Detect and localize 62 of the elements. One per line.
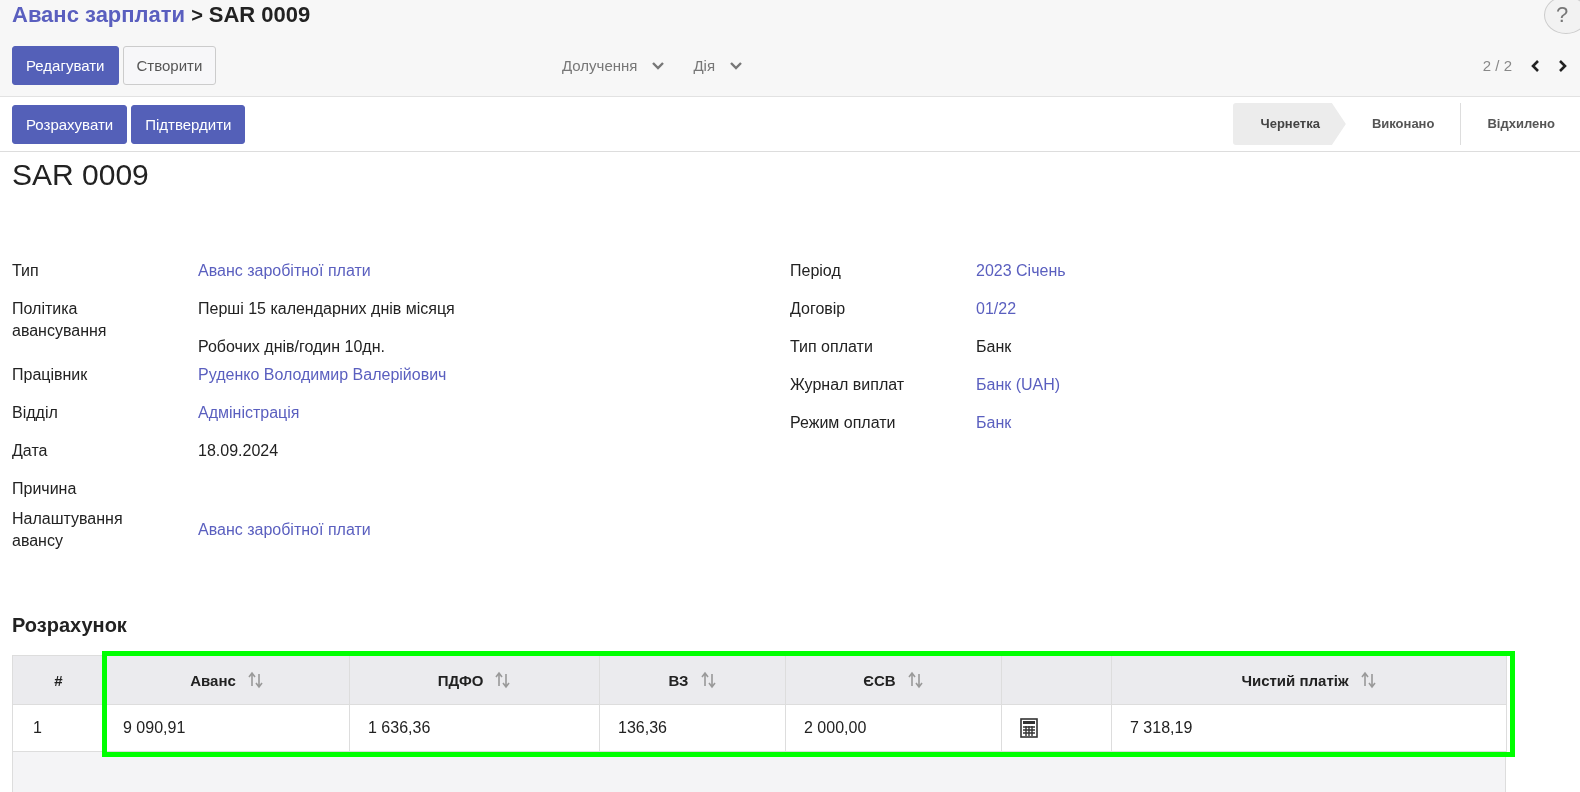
table-cell: 9 090,91 [104,704,350,752]
field-label: Тип [12,261,40,281]
field-link[interactable]: Аванс заробітної плати [198,519,371,541]
table-cell: 2 000,00 [785,704,1002,752]
field-value: Робочих днів/годин 10дн. [198,337,386,357]
field-value: Банк [976,337,1012,357]
dropdown-button[interactable]: Долучення [562,53,666,78]
field-link[interactable]: Адміністрація [198,402,300,424]
calculator-icon[interactable] [1020,718,1038,738]
breadcrumb-link[interactable]: Аванс зарплати [12,2,186,28]
next-icon[interactable] [1558,58,1568,73]
field-label: Тип оплати [790,337,874,357]
table-cell: 1 [12,704,105,752]
create-button[interactable]: Створити [122,46,217,85]
table-cell: 136,36 [599,704,786,752]
column-header: # [12,655,105,705]
sort-icon[interactable] [247,671,264,689]
field-link[interactable]: Банк (UAH) [976,374,1061,396]
status-stage[interactable]: Виконано [1345,103,1462,145]
field-label: Режим оплати [790,413,897,433]
previous-icon[interactable] [1530,58,1540,73]
column-header[interactable]: ВЗ [599,655,786,705]
field-label: Налаштування авансу [12,509,124,551]
pager-counter: 2 / 2 [1482,57,1512,74]
field-link[interactable]: Банк [976,412,1012,434]
dropdown-button[interactable]: Дія [693,53,744,78]
action-button[interactable]: Підтвердити [131,104,246,144]
table-cell: 7 318,19 [1111,704,1507,752]
field-label: Дата [12,441,49,461]
field-label: Причина [12,479,78,499]
chevron-down-icon[interactable] [651,60,666,71]
field-label: Працівник [12,365,89,385]
column-header[interactable]: Аванс [104,655,350,705]
sort-icon[interactable] [907,671,924,689]
action-button[interactable]: Розрахувати [12,104,128,144]
sort-icon[interactable] [700,671,717,689]
field-label: Відділ [12,403,59,423]
field-label: Політика авансування [12,299,108,341]
table-cell: 1 636,36 [349,704,600,752]
field-link[interactable]: Руденко Володимир Валерійович [198,364,447,386]
field-label: Договір [790,299,847,319]
help-button[interactable]: ? [1544,0,1580,34]
section-title: Розрахунок [12,614,128,637]
status-stage[interactable]: Чернетка [1232,103,1346,145]
column-header[interactable]: ЄСВ [785,655,1002,705]
field-value: 18.09.2024 [198,441,279,461]
field-link[interactable]: 01/22 [976,298,1017,320]
column-header[interactable]: ПДФО [349,655,600,705]
breadcrumb-separator: > [191,3,203,27]
sort-icon[interactable] [1360,671,1377,689]
status-stage[interactable]: Відхилено [1461,103,1580,145]
edit-button[interactable]: Редагувати [12,46,119,85]
field-link[interactable]: 2023 Січень [976,260,1066,282]
field-value: Перші 15 календарних днів місяця [198,299,455,319]
record-title: SAR 0009 [12,158,150,193]
field-label: Період [790,261,842,281]
field-label: Журнал виплат [790,375,906,395]
field-link[interactable]: Аванс заробітної плати [198,260,371,282]
breadcrumb-current: SAR 0009 [208,2,311,28]
sort-icon[interactable] [495,671,512,689]
column-header[interactable]: Чистий платіж [1111,655,1507,705]
chevron-down-icon[interactable] [729,60,744,71]
